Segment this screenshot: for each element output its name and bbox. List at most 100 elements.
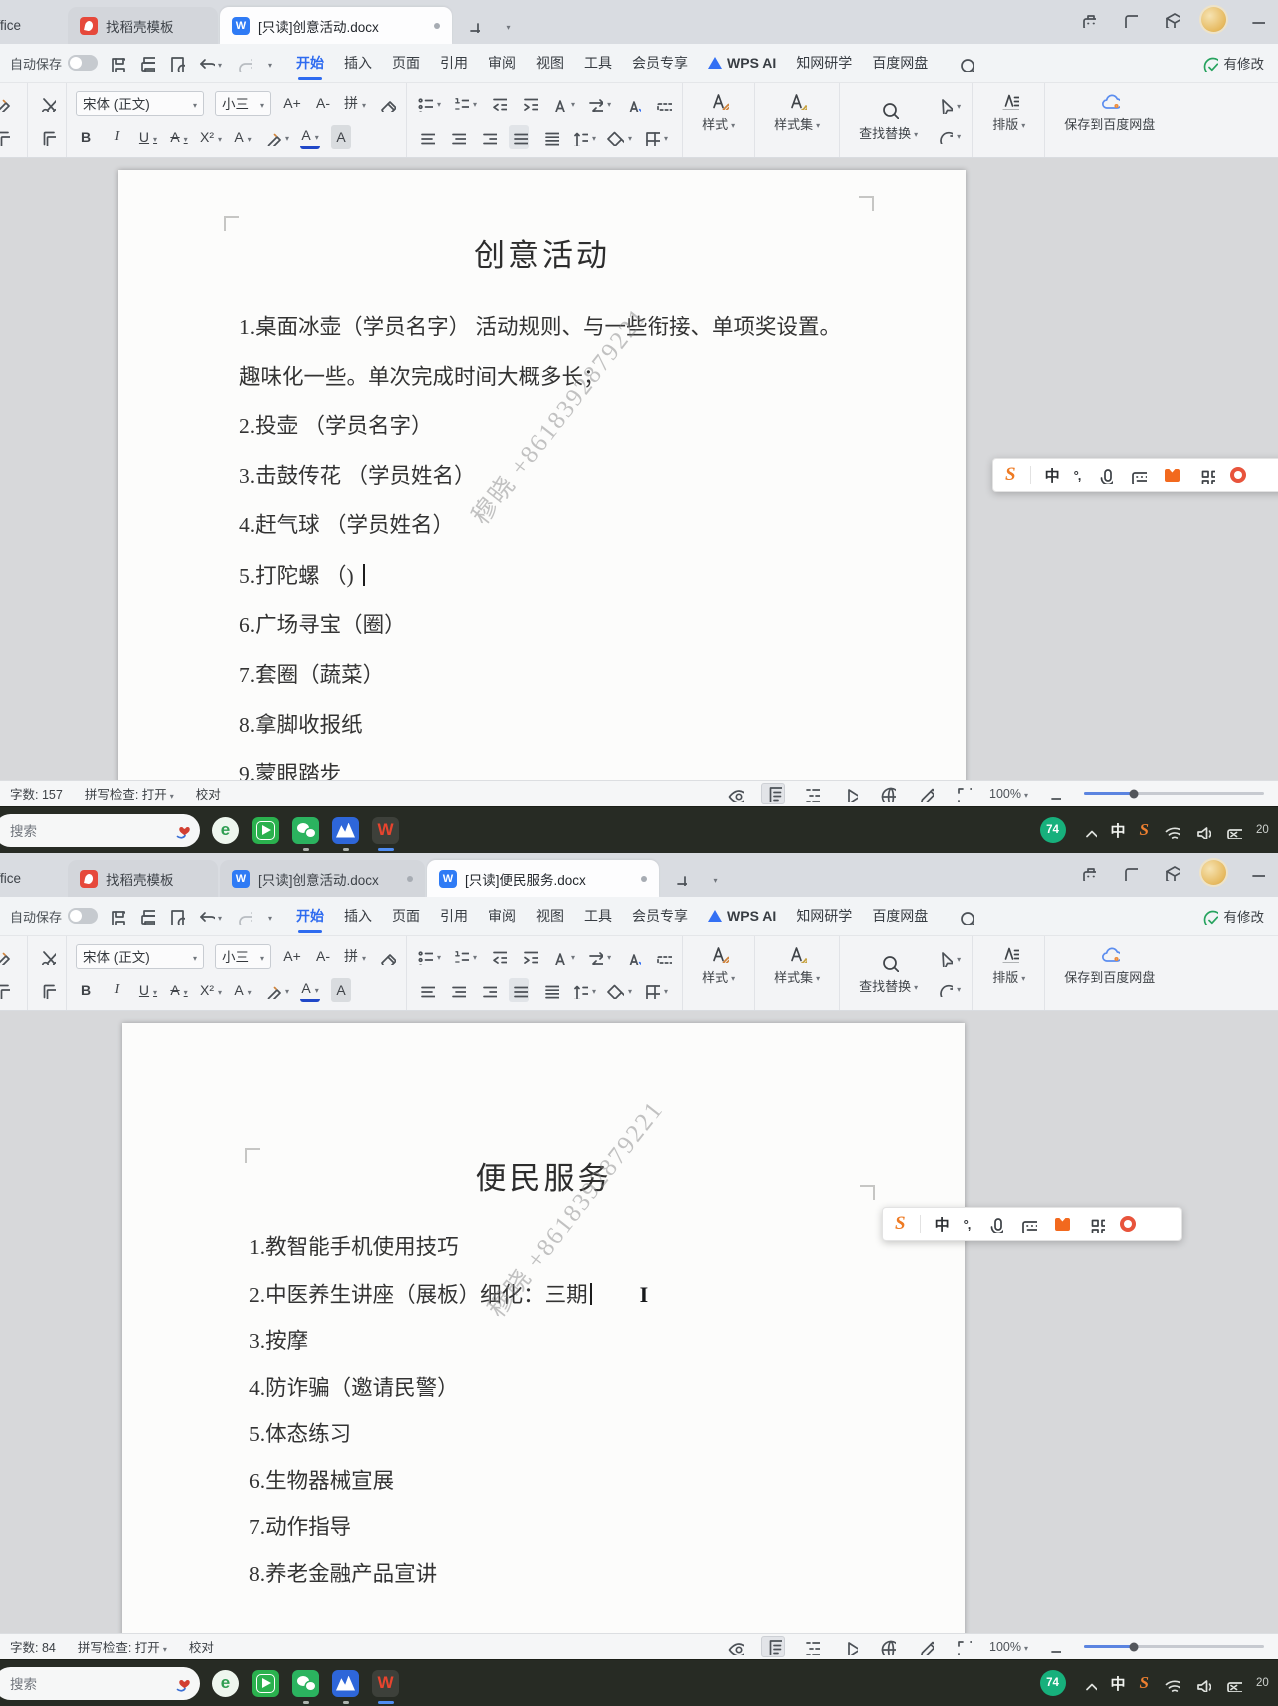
italic-button[interactable]: I (107, 125, 127, 149)
char-shading-button[interactable]: A (331, 125, 351, 149)
menu-item[interactable]: 审阅 (478, 897, 526, 935)
strikethrough-button[interactable]: A (169, 125, 189, 149)
document-tab[interactable]: 找稻壳模板 (68, 860, 218, 897)
menu-item[interactable]: 页面 (382, 897, 430, 935)
ime-keyboard-icon[interactable] (1018, 1214, 1038, 1234)
ime-keyboard-icon[interactable] (1128, 465, 1148, 485)
tray-chevron-up-icon[interactable] (1080, 822, 1097, 839)
text-effects-button[interactable]: A (233, 125, 253, 149)
wifi-icon[interactable] (1163, 822, 1180, 839)
text-direction-icon[interactable] (550, 944, 575, 968)
decrease-indent-icon[interactable] (488, 944, 508, 968)
document-tab[interactable]: Office (0, 860, 66, 897)
avatar[interactable] (1201, 7, 1226, 32)
document-area[interactable]: 创意活动 1.桌面冰壶（学员名字） 活动规则、与一些衔接、单项奖设置。趣味化一些… (0, 158, 1278, 780)
new-tab-button[interactable] (460, 13, 486, 39)
fullscreen-icon[interactable] (951, 783, 975, 804)
highlight-color-button[interactable] (264, 125, 289, 149)
styles-button[interactable]: 样式 (692, 941, 745, 988)
select-cursor-icon[interactable] (936, 93, 961, 117)
undo-button[interactable] (198, 908, 222, 925)
reading-view-icon[interactable] (837, 783, 861, 804)
ime-chinese-mode[interactable]: 中 (935, 1214, 950, 1235)
print-preview-button[interactable] (168, 908, 185, 925)
toolbar-more-chevron[interactable] (265, 908, 272, 924)
sogou-logo[interactable]: S (895, 1213, 906, 1235)
clock[interactable]: 20 (1256, 1677, 1270, 1689)
menu-item[interactable]: 页面 (382, 44, 430, 82)
align-right-icon[interactable] (478, 978, 498, 1002)
wrap-icon[interactable] (586, 91, 611, 115)
redo-button[interactable] (235, 55, 252, 72)
document-tab[interactable]: 找稻壳模板 (68, 7, 218, 44)
spellcheck-status[interactable]: 拼写检查: 打开 (85, 784, 174, 803)
menu-item[interactable]: 工具 (574, 44, 622, 82)
proofread-button[interactable]: 校对 (189, 1637, 214, 1656)
strikethrough-button[interactable]: A (169, 978, 189, 1002)
switch-window-icon[interactable] (936, 123, 961, 147)
fullscreen-icon[interactable] (951, 1636, 975, 1657)
menu-item[interactable]: 视图 (526, 897, 574, 935)
battery-icon[interactable] (1225, 822, 1242, 839)
pinyin-guide-button[interactable]: 拼 (344, 944, 366, 968)
numbered-list-icon[interactable] (452, 944, 477, 968)
page-view-icon[interactable] (761, 1636, 785, 1657)
ink-pen-icon[interactable] (913, 783, 937, 804)
bullet-list-icon[interactable] (416, 91, 441, 115)
distribute-icon[interactable] (540, 978, 560, 1002)
avatar[interactable] (1201, 860, 1226, 885)
menu-item[interactable]: 会员专享 (622, 44, 698, 82)
document-tab[interactable]: [只读]创意活动.docx (220, 7, 452, 44)
cut-icon[interactable] (37, 91, 57, 115)
ime-punctuation[interactable]: °, (1074, 468, 1081, 483)
shrink-font-button[interactable]: A- (313, 91, 333, 115)
bold-button[interactable]: B (76, 978, 96, 1002)
save-button[interactable] (108, 55, 125, 72)
switch-window-icon[interactable] (936, 976, 961, 1000)
paragraph-shading-icon[interactable] (607, 125, 632, 149)
tray-sogou-icon[interactable]: S (1140, 820, 1149, 840)
menu-item[interactable]: 引用 (430, 897, 478, 935)
bold-button[interactable]: B (76, 125, 96, 149)
print-button[interactable] (138, 908, 155, 925)
borders-icon[interactable] (643, 978, 668, 1002)
taskbar-app-icon[interactable] (252, 1670, 279, 1697)
taskbar-app-icon[interactable]: W (372, 1670, 399, 1697)
paragraph-shading-icon[interactable] (607, 978, 632, 1002)
taskbar-app-icon[interactable] (332, 1670, 359, 1697)
document-tab[interactable]: Office (0, 7, 66, 44)
ime-toolbar[interactable]: S 中 °, (882, 1207, 1182, 1241)
wps-assistant-icon[interactable] (1075, 860, 1099, 884)
clock[interactable]: 20 (1256, 824, 1270, 836)
text-effects-button[interactable]: A (233, 978, 253, 1002)
format-painter-icon[interactable] (0, 91, 11, 115)
grow-font-button[interactable]: A+ (282, 944, 302, 968)
borders-icon[interactable] (643, 125, 668, 149)
undo-button[interactable] (198, 55, 222, 72)
wifi-icon[interactable] (1163, 1675, 1180, 1692)
document-tab[interactable]: [只读]便民服务.docx (427, 860, 659, 897)
word-count[interactable]: 字数: 157 (10, 784, 63, 803)
decrease-indent-icon[interactable] (488, 91, 508, 115)
eye-protection-icon[interactable] (723, 783, 747, 804)
ime-mic-icon[interactable] (1094, 465, 1114, 485)
styles-button[interactable]: 样式 (692, 88, 745, 135)
web-view-icon[interactable] (875, 1636, 899, 1657)
menu-item[interactable]: 工具 (574, 897, 622, 935)
ime-toolbox-icon[interactable] (1196, 465, 1216, 485)
font-size-select[interactable]: 小三 (215, 91, 271, 116)
clear-format-icon[interactable] (377, 944, 397, 968)
font-size-select[interactable]: 小三 (215, 944, 271, 969)
taskbar-app-icon[interactable]: e (212, 817, 239, 844)
font-name-select[interactable]: 宋体 (正文) (76, 91, 204, 116)
document-tab[interactable]: [只读]创意活动.docx (220, 860, 425, 897)
pinyin-guide-button[interactable]: 拼 (344, 91, 366, 115)
find-replace-button[interactable]: 查找替换 (849, 88, 928, 152)
zoom-slider[interactable] (1084, 792, 1264, 795)
superscript-button[interactable]: X² (200, 978, 222, 1002)
paste-icon[interactable] (0, 978, 11, 1002)
menu-item[interactable]: 知网研学 (786, 897, 862, 935)
document-page[interactable]: 创意活动 1.桌面冰壶（学员名字） 活动规则、与一些衔接、单项奖设置。趣味化一些… (118, 170, 966, 780)
font-name-select[interactable]: 宋体 (正文) (76, 944, 204, 969)
bullet-list-icon[interactable] (416, 944, 441, 968)
